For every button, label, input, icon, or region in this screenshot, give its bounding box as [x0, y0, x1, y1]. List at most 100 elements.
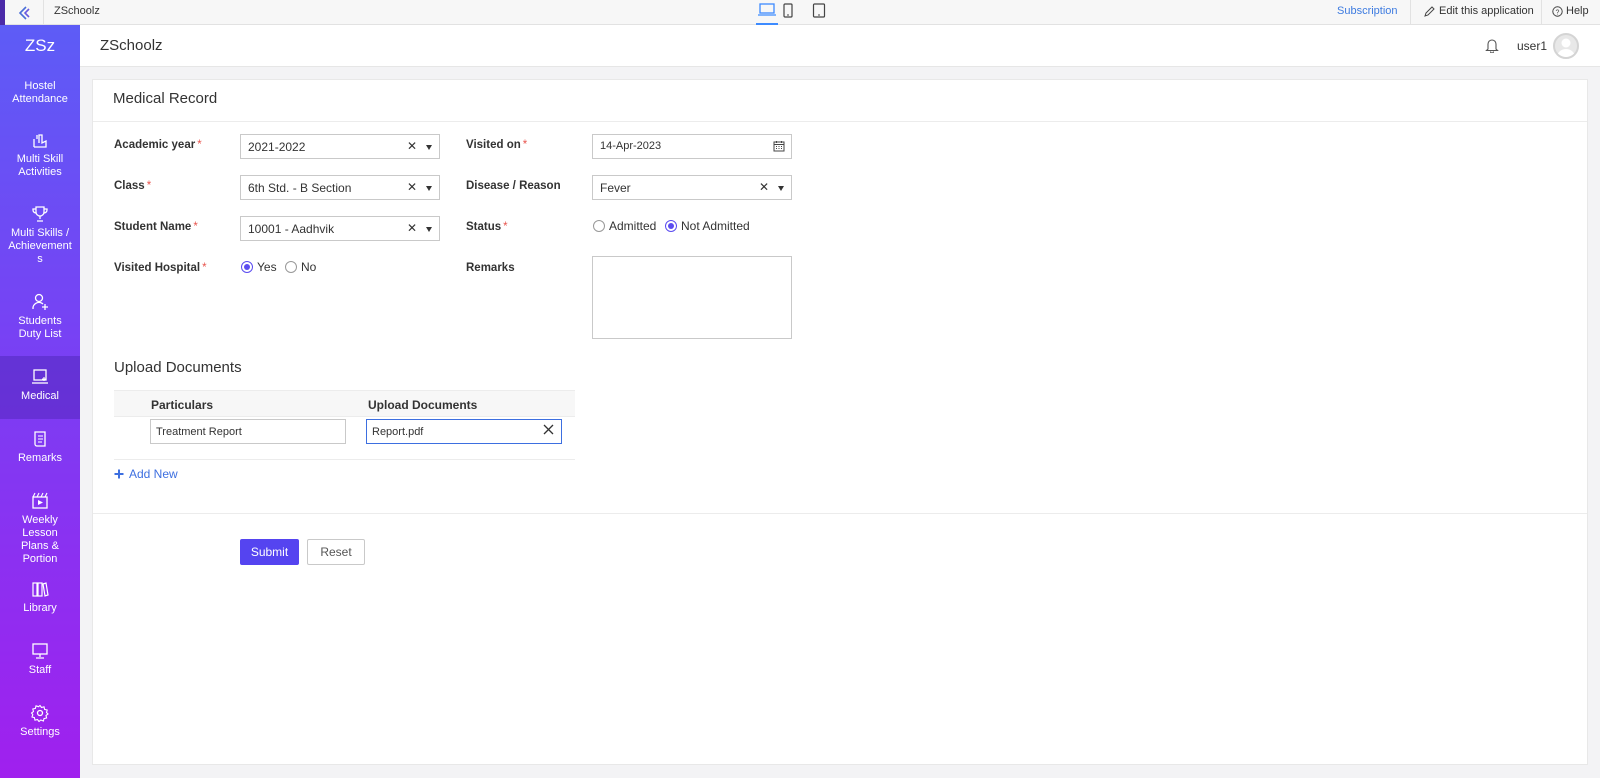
class-select[interactable]: 6th Std. - B Section ✕	[240, 175, 440, 200]
column-header-particulars: Particulars	[151, 398, 214, 412]
monitor-icon	[32, 643, 48, 659]
sidebar-item-label: Remarks	[17, 452, 62, 464]
radio-label: Admitted	[609, 219, 657, 233]
sidebar-item-library[interactable]: Library	[0, 580, 80, 628]
sidebar-item-hostel-attendance[interactable]: Hostel Attendance	[0, 80, 80, 106]
divider	[1541, 0, 1542, 25]
visited-on-date-field[interactable]: 14-Apr-2023	[592, 134, 792, 159]
back-app-icon[interactable]	[16, 4, 34, 22]
status-label: Status *	[466, 221, 508, 233]
upload-file-field[interactable]: Report.pdf	[366, 419, 562, 444]
user-name[interactable]: user1	[1517, 39, 1547, 53]
student-name-select[interactable]: 10001 - Aadhvik ✕	[240, 216, 440, 241]
clear-icon[interactable]: ✕	[759, 180, 769, 194]
visited-on-label: Visited on *	[466, 139, 528, 151]
radio-unselected-icon	[593, 220, 605, 232]
radio-label: No	[301, 260, 317, 274]
disease-reason-value: Fever	[600, 181, 631, 195]
chevron-down-icon[interactable]	[778, 186, 784, 191]
uploaded-file-name: Report.pdf	[372, 426, 424, 438]
class-label: Class *	[114, 180, 152, 192]
radio-label: Yes	[257, 260, 277, 274]
sidebar-item-label: Weekly Lesson Plans & Portion	[21, 514, 59, 565]
sidebar-item-staff[interactable]: Staff	[0, 642, 80, 690]
plus-icon	[114, 469, 124, 479]
academic-year-select[interactable]: 2021-2022 ✕	[240, 134, 440, 159]
divider	[93, 513, 1587, 514]
sidebar: ZSz Hostel Attendance Multi Skill Activi…	[0, 25, 80, 778]
hand-icon	[33, 134, 47, 148]
submit-button[interactable]: Submit	[240, 539, 299, 565]
sidebar-item-students-duty-list[interactable]: Students Duty List	[0, 293, 80, 351]
upload-table-header: Particulars Upload Documents	[114, 390, 575, 417]
user-add-icon	[32, 293, 48, 310]
chevron-down-icon[interactable]	[426, 227, 432, 232]
sidebar-item-label: Medical	[21, 390, 59, 402]
add-new-row-button[interactable]: Add New	[114, 467, 178, 481]
class-value: 6th Std. - B Section	[248, 181, 352, 195]
student-name-value: 10001 - Aadhvik	[248, 222, 335, 236]
sidebar-item-label: Library	[23, 602, 57, 614]
help-icon: ?	[1552, 5, 1563, 17]
divider	[1410, 0, 1411, 25]
gear-icon	[31, 704, 49, 722]
calendar-icon[interactable]	[773, 140, 785, 155]
radio-unselected-icon	[285, 261, 297, 273]
mobile-view-icon[interactable]	[777, 3, 799, 25]
chevron-down-icon[interactable]	[426, 186, 432, 191]
disease-reason-select[interactable]: Fever ✕	[592, 175, 792, 200]
creator-toolbar: ZSchoolz Subscription Edit this applicat…	[0, 0, 1600, 39]
visited-hospital-label: Visited Hospital *	[114, 262, 207, 274]
edit-application-button[interactable]: Edit this application	[1424, 5, 1534, 17]
sidebar-item-label: Settings	[20, 726, 60, 738]
sidebar-item-label: Multi Skills / Achievements	[8, 227, 72, 265]
help-label: Help	[1566, 5, 1589, 17]
avatar[interactable]	[1553, 33, 1579, 59]
tablet-view-icon[interactable]	[808, 3, 830, 25]
bell-icon[interactable]	[1485, 38, 1499, 56]
desktop-view-icon[interactable]	[756, 3, 778, 25]
chevron-down-icon[interactable]	[426, 145, 432, 150]
remarks-label: Remarks	[466, 262, 515, 274]
radio-selected-icon	[665, 220, 677, 232]
sidebar-item-label: Staff	[28, 664, 52, 676]
sidebar-item-medical[interactable]: Medical	[0, 356, 80, 419]
help-button[interactable]: ? Help	[1552, 5, 1589, 17]
divider	[93, 121, 1587, 122]
add-new-label: Add New	[129, 467, 178, 481]
academic-year-value: 2021-2022	[248, 140, 306, 154]
sidebar-item-label: Multi Skill Activities	[16, 153, 64, 178]
status-admitted-radio[interactable]: Admitted	[593, 219, 656, 233]
upload-documents-title: Upload Documents	[114, 359, 242, 376]
status-not-admitted-radio[interactable]: Not Admitted	[665, 219, 750, 233]
sidebar-item-settings[interactable]: Settings	[0, 704, 80, 752]
svg-text:?: ?	[1556, 9, 1560, 16]
visited-hospital-yes-radio[interactable]: Yes	[241, 260, 277, 274]
trophy-icon	[32, 206, 48, 222]
clapper-icon	[32, 492, 48, 509]
sidebar-item-weekly-lesson-plans[interactable]: Weekly Lesson Plans & Portion	[0, 492, 80, 572]
remove-file-icon[interactable]	[543, 424, 554, 438]
form-title: Medical Record	[113, 90, 218, 107]
sidebar-item-remarks[interactable]: Remarks	[0, 430, 80, 478]
remarks-textarea[interactable]	[592, 256, 792, 339]
reset-button[interactable]: Reset	[307, 539, 365, 565]
app-header: ZSchoolz user1	[80, 25, 1600, 67]
clear-icon[interactable]: ✕	[407, 221, 417, 235]
edit-application-label: Edit this application	[1439, 5, 1534, 17]
visited-on-value: 14-Apr-2023	[600, 140, 662, 152]
divider	[43, 0, 44, 25]
clear-icon[interactable]: ✕	[407, 180, 417, 194]
pencil-icon	[1424, 5, 1435, 17]
sidebar-item-label: Hostel Attendance	[12, 80, 68, 105]
sidebar-item-achievements[interactable]: Multi Skills / Achievements	[0, 205, 80, 275]
visited-hospital-no-radio[interactable]: No	[285, 260, 316, 274]
clear-icon[interactable]: ✕	[407, 139, 417, 153]
medical-record-form: Medical Record Academic year * 2021-2022 …	[92, 79, 1588, 765]
app-logo[interactable]: ZSz	[0, 25, 80, 67]
page-header-title: ZSchoolz	[100, 37, 163, 54]
particulars-input[interactable]: Treatment Report	[150, 419, 346, 444]
sidebar-item-multi-skill-activities[interactable]: Multi Skill Activities	[0, 131, 80, 189]
radio-label: Not Admitted	[681, 219, 750, 233]
subscription-link[interactable]: Subscription	[1337, 5, 1398, 17]
